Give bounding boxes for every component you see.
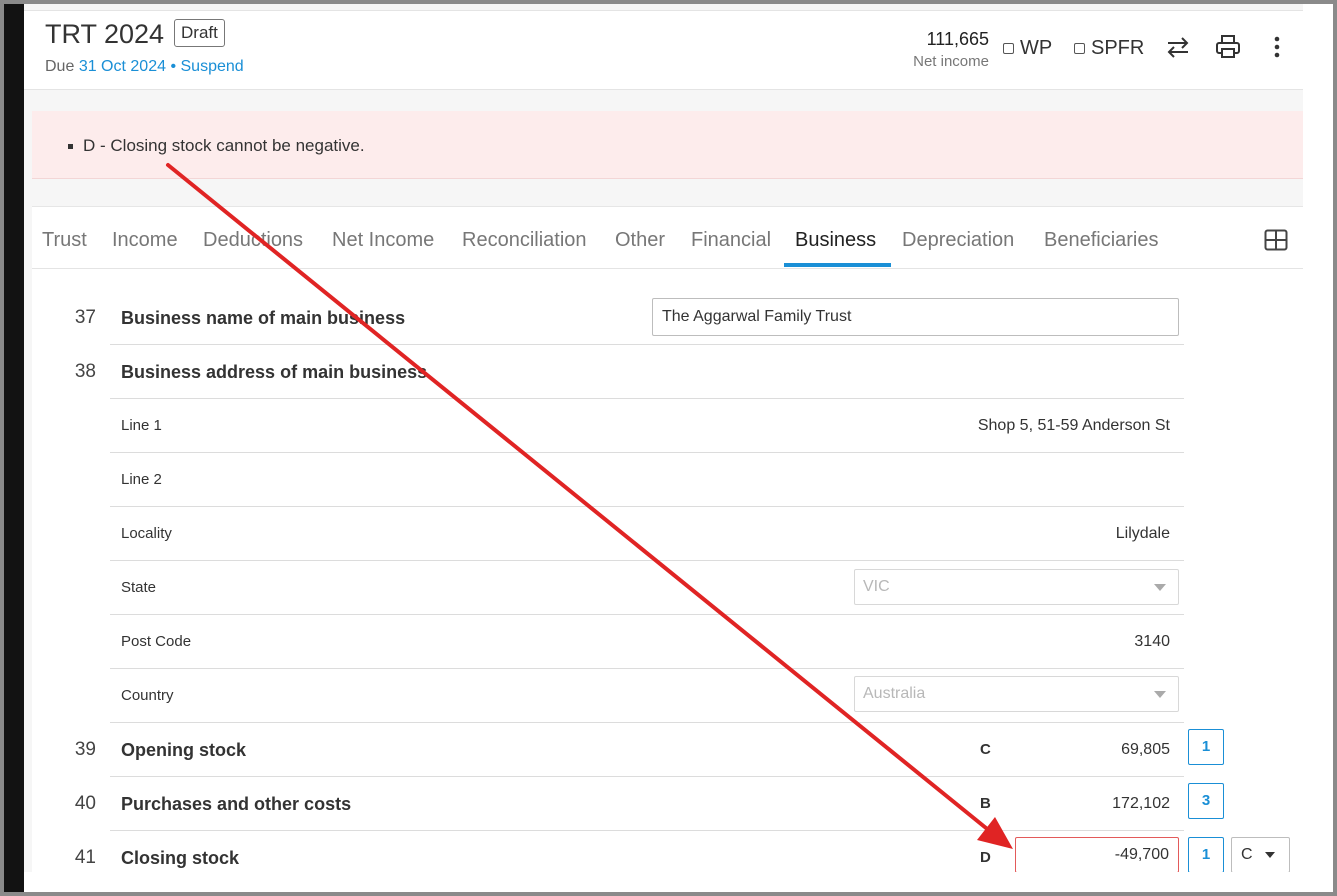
question-number: 41 xyxy=(74,847,96,868)
question-38-row: 38 Business address of main business xyxy=(75,345,1184,399)
due-date-link[interactable]: 31 Oct 2024 xyxy=(79,58,166,75)
dropdown-value: C xyxy=(1241,846,1253,863)
locality-value[interactable]: Lilydale xyxy=(1116,507,1170,561)
page-title: TRT 2024 xyxy=(45,19,165,49)
more-vertical-icon[interactable] xyxy=(1263,33,1291,61)
tab-depreciation[interactable]: Depreciation xyxy=(902,229,1014,269)
net-income-label: Net income xyxy=(913,53,989,70)
status-badge: Draft xyxy=(174,19,225,47)
question-label: Purchases and other costs xyxy=(121,794,352,814)
tab-income[interactable]: Income xyxy=(112,229,178,269)
opening-stock-schedule-button[interactable]: 1 xyxy=(1188,729,1224,765)
state-value: VIC xyxy=(863,578,890,595)
line2-label: Line 2 xyxy=(121,471,162,488)
purchases-schedule-button[interactable]: 3 xyxy=(1188,783,1224,819)
question-number: 40 xyxy=(74,793,96,814)
tab-net-income[interactable]: Net Income xyxy=(332,229,434,269)
validation-alert: D - Closing stock cannot be negative. xyxy=(32,111,1303,179)
separator: • xyxy=(170,58,177,75)
address-locality-row: Locality Lilydale xyxy=(110,507,1184,561)
tab-financial[interactable]: Financial xyxy=(691,229,771,269)
country-value: Australia xyxy=(863,685,926,702)
tab-trust[interactable]: Trust xyxy=(42,229,87,269)
locality-label: Locality xyxy=(121,525,172,542)
question-number: 37 xyxy=(74,307,96,328)
address-line1-row: Line 1 Shop 5, 51-59 Anderson St xyxy=(110,399,1184,453)
address-line2-row: Line 2 xyxy=(110,453,1184,507)
spfr-checkbox[interactable]: SPFR xyxy=(1074,37,1144,60)
spfr-label: SPFR xyxy=(1091,37,1145,59)
form-panel: Trust Income Deductions Net Income Recon… xyxy=(32,206,1303,872)
printer-icon[interactable] xyxy=(1214,33,1242,61)
closing-stock-schedule-button[interactable]: 1 xyxy=(1188,837,1224,872)
question-label: Business address of main business xyxy=(121,362,428,382)
question-label: Opening stock xyxy=(121,740,247,760)
spfr-checkbox-box[interactable] xyxy=(1074,43,1085,54)
country-label: Country xyxy=(121,687,174,704)
wp-checkbox-box[interactable] xyxy=(1003,43,1014,54)
net-income-value: 111,665 xyxy=(926,29,989,49)
state-label: State xyxy=(121,579,157,596)
due-prefix: Due xyxy=(45,58,75,75)
left-edge-bar xyxy=(4,4,24,892)
country-select[interactable]: Australia xyxy=(854,676,1179,712)
section-tabs: Trust Income Deductions Net Income Recon… xyxy=(32,207,1303,269)
address-postcode-row: Post Code 3140 xyxy=(110,615,1184,669)
alert-item: D - Closing stock cannot be negative. xyxy=(68,136,365,156)
question-label: Closing stock xyxy=(121,848,240,868)
suspend-link[interactable]: Suspend xyxy=(181,58,244,75)
question-40-row: 40 Purchases and other costs B 172,102 xyxy=(75,777,1184,831)
line1-label: Line 1 xyxy=(121,417,162,434)
opening-stock-amount[interactable]: 69,805 xyxy=(1121,723,1170,777)
postcode-value[interactable]: 3140 xyxy=(1134,615,1170,669)
purchases-amount[interactable]: 172,102 xyxy=(1112,777,1170,831)
tab-beneficiaries[interactable]: Beneficiaries xyxy=(1044,229,1159,269)
tab-reconciliation[interactable]: Reconciliation xyxy=(462,229,587,269)
caret-down-icon xyxy=(1265,852,1275,858)
tab-other[interactable]: Other xyxy=(615,229,665,269)
chevron-down-icon xyxy=(1154,691,1166,698)
question-39-row: 39 Opening stock C 69,805 xyxy=(75,723,1184,777)
closing-stock-code-dropdown[interactable]: C xyxy=(1231,837,1290,872)
closing-stock-input[interactable]: -49,700 xyxy=(1015,837,1179,872)
tax-return-page: TRT 2024 Draft Due 31 Oct 2024 • Suspend… xyxy=(24,4,1303,872)
return-header: TRT 2024 Draft Due 31 Oct 2024 • Suspend… xyxy=(24,10,1303,90)
state-select[interactable]: VIC xyxy=(854,569,1179,605)
question-label: Business name of main business xyxy=(121,308,406,328)
tab-deductions[interactable]: Deductions xyxy=(203,229,303,269)
swap-arrows-icon[interactable] xyxy=(1164,33,1192,61)
alert-message: D - Closing stock cannot be negative. xyxy=(83,136,365,155)
wp-label: WP xyxy=(1020,37,1053,59)
postcode-label: Post Code xyxy=(121,633,192,650)
field-code: D xyxy=(980,849,991,866)
bullet-icon xyxy=(68,143,73,149)
due-line: Due 31 Oct 2024 • Suspend xyxy=(45,58,244,76)
question-number: 39 xyxy=(74,739,96,760)
business-name-input[interactable]: The Aggarwal Family Trust xyxy=(652,298,1179,336)
field-code: C xyxy=(980,741,991,758)
grid-view-icon[interactable] xyxy=(1264,229,1288,256)
active-tab-indicator xyxy=(784,263,891,267)
line1-value[interactable]: Shop 5, 51-59 Anderson St xyxy=(978,399,1170,453)
chevron-down-icon xyxy=(1154,584,1166,591)
question-number: 38 xyxy=(74,361,96,382)
wp-checkbox[interactable]: WP xyxy=(1003,37,1052,60)
field-code: B xyxy=(980,795,991,812)
